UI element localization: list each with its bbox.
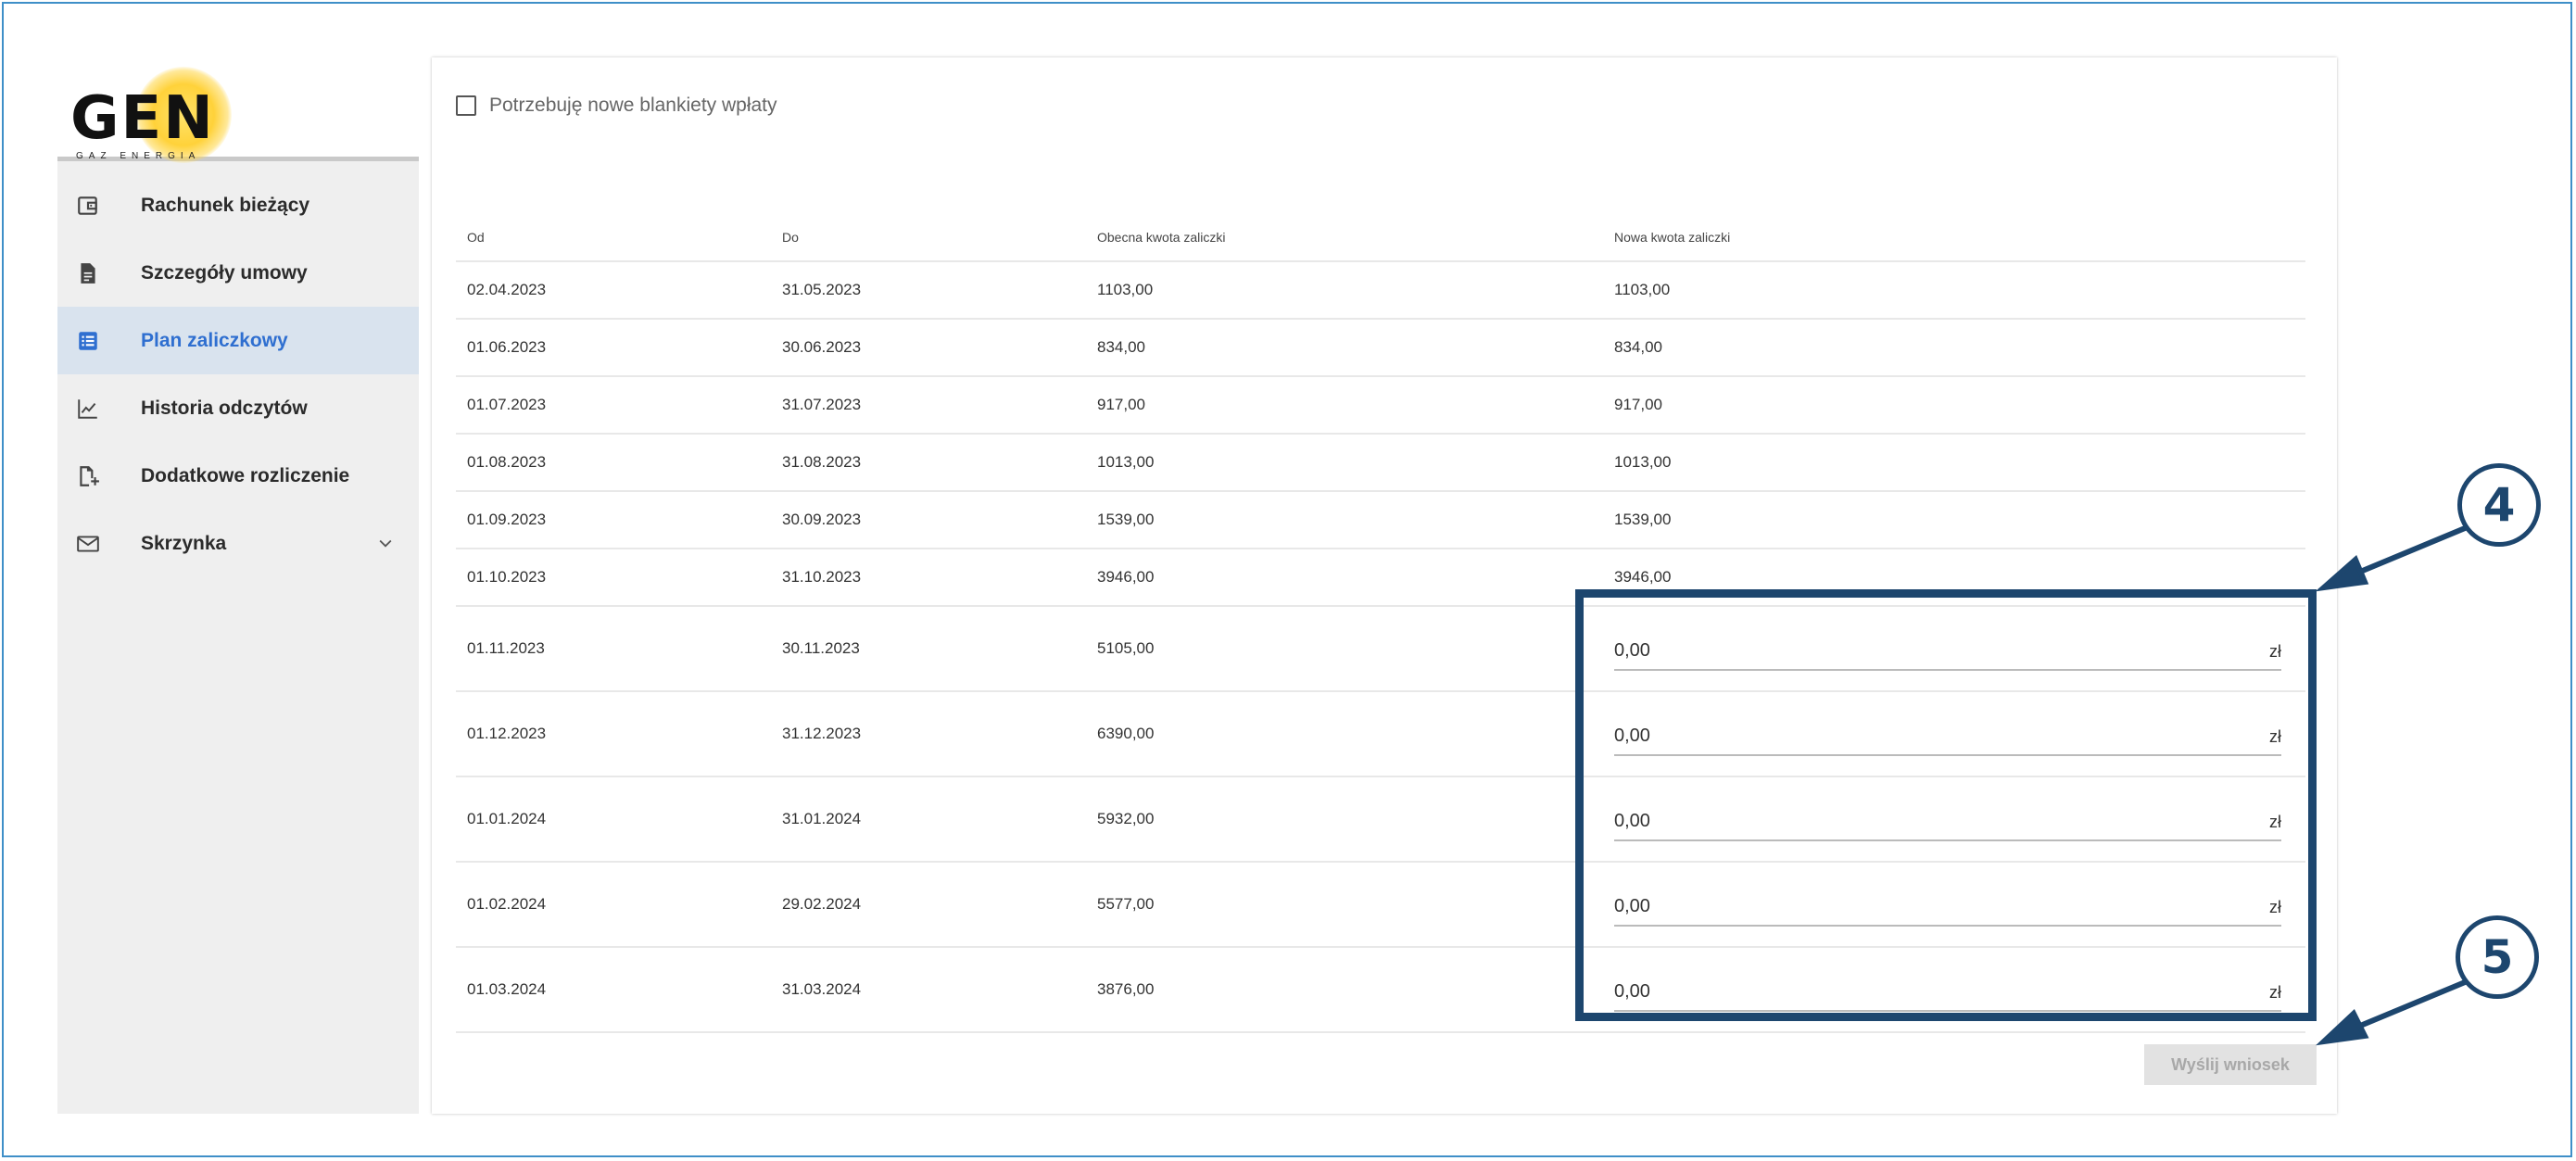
sidebar-item-szczegoly[interactable]: Szczegóły umowy: [57, 239, 419, 307]
cell-do: 30.09.2023: [771, 491, 1086, 549]
annotation-badge-4: 4: [2457, 463, 2541, 547]
cell-obecna: 917,00: [1086, 376, 1603, 435]
cell-od: 01.03.2024: [456, 947, 771, 1033]
annotation-highlight-box: [1575, 589, 2317, 1021]
cell-do: 31.10.2023: [771, 549, 1086, 607]
table-row: 02.04.2023 31.05.2023 1103,00 1103,00: [456, 261, 2305, 320]
cell-obecna: 5932,00: [1086, 776, 1603, 863]
logo[interactable]: GEN GAZ ENERGIA: [57, 57, 419, 163]
cell-do: 31.05.2023: [771, 261, 1086, 320]
column-header-do: Do: [771, 213, 1086, 262]
cell-do: 30.06.2023: [771, 319, 1086, 377]
document-icon: [81, 263, 95, 284]
cell-od: 01.02.2024: [456, 862, 771, 948]
chart-line-icon: [78, 399, 97, 419]
cell-od: 01.11.2023: [456, 606, 771, 692]
cell-obecna: 1103,00: [1086, 261, 1603, 320]
cell-do: 31.03.2024: [771, 947, 1086, 1033]
sidebar-item-historia[interactable]: Historia odczytów: [57, 374, 419, 442]
sidebar-item-label: Dodatkowe rozliczenie: [141, 464, 350, 486]
sidebar-item-label: Historia odczytów: [141, 397, 308, 419]
cell-nowa: 1539,00: [1603, 491, 2305, 549]
table-row: 01.07.2023 31.07.2023 917,00 917,00: [456, 376, 2305, 435]
sidebar: GEN GAZ ENERGIA Rachunek bieżący Szczegó…: [57, 57, 419, 1114]
column-header-od: Od: [456, 213, 771, 262]
logo-text: GEN: [70, 84, 215, 153]
cell-obecna: 5577,00: [1086, 862, 1603, 948]
cell-od: 01.01.2024: [456, 776, 771, 863]
sidebar-item-dodatkowe[interactable]: Dodatkowe rozliczenie: [57, 442, 419, 510]
cell-do: 31.01.2024: [771, 776, 1086, 863]
wallet-icon: [78, 196, 97, 215]
column-header-nowa: Nowa kwota zaliczki: [1603, 213, 2305, 262]
payment-forms-checkbox-label: Potrzebuję nowe blankiety wpłaty: [489, 95, 777, 116]
sidebar-item-label: Rachunek bieżący: [141, 194, 310, 216]
table-header-row: Od Do Obecna kwota zaliczki Nowa kwota z…: [456, 213, 2305, 262]
table-row: 01.08.2023 31.08.2023 1013,00 1013,00: [456, 434, 2305, 492]
cell-nowa: 1013,00: [1603, 434, 2305, 492]
mail-icon: [77, 536, 99, 552]
document-add-icon: [80, 466, 99, 486]
chevron-down-icon[interactable]: [376, 534, 395, 552]
cell-do: 31.07.2023: [771, 376, 1086, 435]
cell-od: 01.06.2023: [456, 319, 771, 377]
annotation-badge-5: 5: [2456, 915, 2539, 999]
cell-nowa: 1103,00: [1603, 261, 2305, 320]
cell-obecna: 1539,00: [1086, 491, 1603, 549]
submit-request-button[interactable]: Wyślij wniosek: [2144, 1044, 2317, 1085]
cell-do: 29.02.2024: [771, 862, 1086, 948]
sidebar-nav: Rachunek bieżący Szczegóły umowy Plan za…: [57, 171, 419, 577]
list-icon: [79, 332, 97, 350]
cell-od: 01.07.2023: [456, 376, 771, 435]
cell-obecna: 5105,00: [1086, 606, 1603, 692]
cell-od: 01.12.2023: [456, 691, 771, 777]
cell-do: 30.11.2023: [771, 606, 1086, 692]
sidebar-item-label: Skrzynka: [141, 532, 227, 554]
cell-obecna: 834,00: [1086, 319, 1603, 377]
sidebar-item-label: Plan zaliczkowy: [141, 329, 288, 351]
cell-obecna: 6390,00: [1086, 691, 1603, 777]
cell-od: 01.09.2023: [456, 491, 771, 549]
cell-obecna: 1013,00: [1086, 434, 1603, 492]
cell-obecna: 3876,00: [1086, 947, 1603, 1033]
sidebar-item-skrzynka[interactable]: Skrzynka: [57, 510, 419, 577]
cell-do: 31.12.2023: [771, 691, 1086, 777]
cell-nowa: 917,00: [1603, 376, 2305, 435]
cell-nowa: 834,00: [1603, 319, 2305, 377]
cell-do: 31.08.2023: [771, 434, 1086, 492]
table-row: 01.06.2023 30.06.2023 834,00 834,00: [456, 319, 2305, 377]
payment-forms-checkbox-row[interactable]: Potrzebuję nowe blankiety wpłaty: [456, 95, 777, 117]
cell-od: 01.10.2023: [456, 549, 771, 607]
payment-forms-checkbox[interactable]: [456, 95, 476, 116]
cell-od: 02.04.2023: [456, 261, 771, 320]
cell-od: 01.08.2023: [456, 434, 771, 492]
sidebar-item-label: Szczegóły umowy: [141, 261, 308, 284]
column-header-obecna: Obecna kwota zaliczki: [1086, 213, 1603, 262]
sidebar-item-rachunek[interactable]: Rachunek bieżący: [57, 171, 419, 239]
cell-obecna: 3946,00: [1086, 549, 1603, 607]
logo-subtitle: GAZ ENERGIA: [76, 151, 201, 161]
sidebar-item-plan-zaliczkowy[interactable]: Plan zaliczkowy: [57, 307, 419, 374]
table-row: 01.09.2023 30.09.2023 1539,00 1539,00: [456, 491, 2305, 549]
